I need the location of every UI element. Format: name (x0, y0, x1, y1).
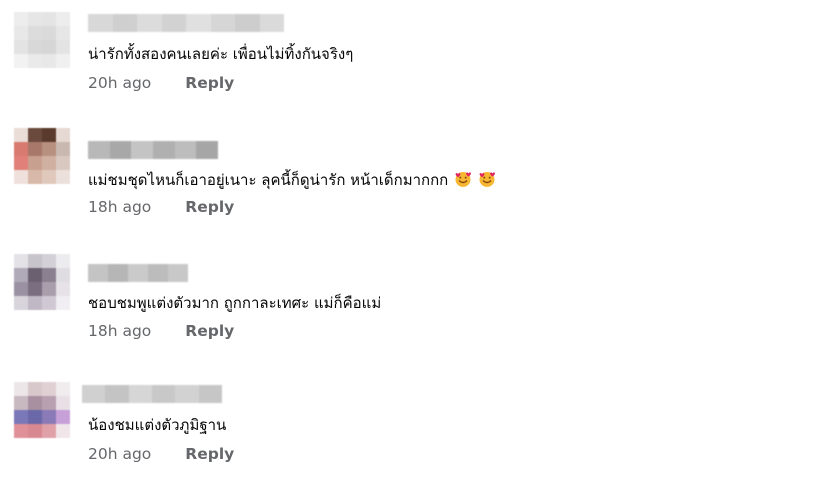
reply-button[interactable]: Reply (185, 321, 234, 341)
comment-text: ชอบชมพูแต่งตัวมาก ถูกกาละเทศะ แม่ก็คือแม… (88, 294, 382, 312)
comment-meta: 20h ago Reply (88, 444, 234, 464)
avatar[interactable] (14, 128, 70, 184)
comment-timestamp: 20h ago (88, 445, 152, 463)
comment-text: น่ารักทั้งสองคนเลยค่ะ เพื่อนไม่ทิ้งกันจร… (88, 45, 354, 63)
comment-meta: 20h ago Reply (88, 73, 234, 93)
author-name[interactable] (82, 385, 222, 403)
avatar[interactable] (14, 12, 70, 68)
comment-meta: 18h ago Reply (88, 321, 234, 341)
comment-text: แม่ชมชุดไหนก็เอาอยู่เนาะ ลุคนี้ก็ดูน่ารั… (88, 170, 496, 190)
avatar[interactable] (14, 254, 70, 310)
comment-text: น้องชมแต่งตัวภูมิฐาน (88, 416, 227, 434)
avatar[interactable] (14, 382, 70, 438)
comment-text-content: แม่ชมชุดไหนก็เอาอยู่เนาะ ลุคนี้ก็ดูน่ารั… (88, 171, 449, 189)
author-name[interactable] (88, 264, 188, 282)
comment-meta: 18h ago Reply (88, 197, 234, 217)
reply-button[interactable]: Reply (185, 197, 234, 217)
comment-timestamp: 18h ago (88, 198, 152, 216)
author-name[interactable] (88, 141, 219, 159)
reply-button[interactable]: Reply (185, 73, 234, 93)
comment-timestamp: 18h ago (88, 322, 152, 340)
smiling-face-with-hearts-icon (454, 170, 472, 188)
smiling-face-with-hearts-icon (478, 170, 496, 188)
reply-button[interactable]: Reply (185, 444, 234, 464)
author-name[interactable] (88, 14, 284, 32)
comment-timestamp: 20h ago (88, 74, 152, 92)
